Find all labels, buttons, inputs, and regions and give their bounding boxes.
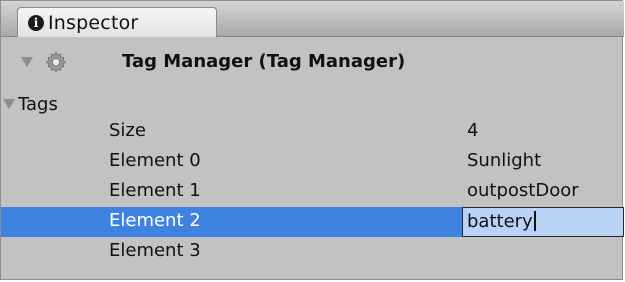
- element-2-field-text: battery: [467, 211, 533, 232]
- element-3-label: Element 3: [109, 240, 201, 261]
- collapse-triangle-icon[interactable]: [21, 57, 33, 67]
- tags-label: Tags: [18, 93, 58, 115]
- tab-label: Inspector: [48, 11, 139, 34]
- tab-inspector[interactable]: i Inspector: [17, 7, 217, 37]
- tags-foldout[interactable]: Tags: [1, 91, 58, 117]
- component-title: Tag Manager (Tag Manager): [122, 51, 406, 72]
- inspector-window: i Inspector Tag Manager (Tag Manager) Ta…: [0, 0, 624, 280]
- element-0-label: Element 0: [109, 150, 201, 171]
- element-2-label: Element 2: [109, 210, 201, 231]
- tab-bar: i Inspector: [1, 1, 624, 37]
- element-2-field[interactable]: battery: [462, 207, 624, 237]
- element-1-field[interactable]: outpostDoor: [467, 180, 579, 201]
- info-icon: i: [28, 14, 44, 31]
- element-1-label: Element 1: [109, 180, 201, 201]
- element-0-row: Element 0 Sunlight: [1, 147, 624, 177]
- size-row: Size 4: [1, 117, 624, 147]
- component-header[interactable]: Tag Manager (Tag Manager): [1, 47, 624, 77]
- element-2-row[interactable]: Element 2 battery: [1, 207, 624, 237]
- text-caret: [533, 211, 536, 231]
- element-3-row: Element 3: [1, 237, 624, 267]
- size-field[interactable]: 4: [467, 120, 478, 141]
- gear-icon[interactable]: [44, 50, 68, 74]
- tags-foldout-triangle-icon[interactable]: [3, 99, 15, 109]
- size-label: Size: [109, 120, 146, 141]
- element-1-row: Element 1 outpostDoor: [1, 177, 624, 207]
- element-0-field[interactable]: Sunlight: [467, 150, 541, 171]
